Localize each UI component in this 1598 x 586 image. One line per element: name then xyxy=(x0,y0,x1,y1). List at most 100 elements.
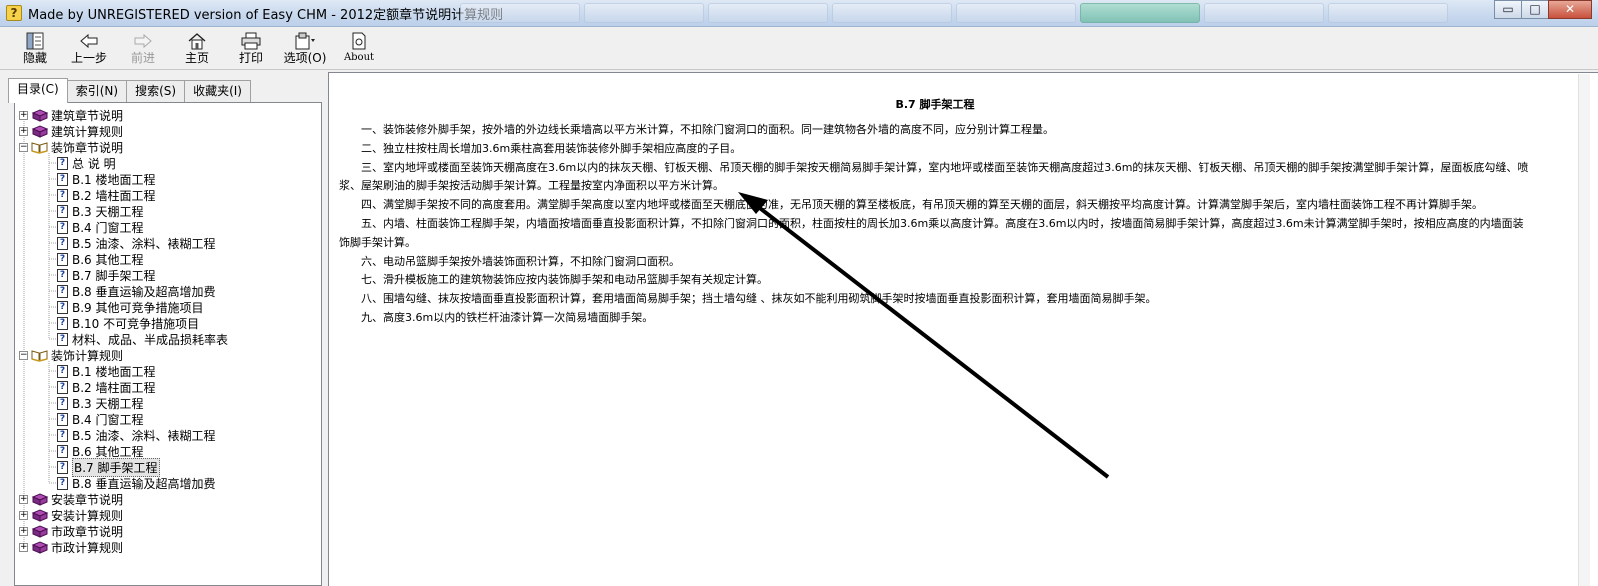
tree-topic[interactable]: ? B.6 其他工程 xyxy=(19,251,228,267)
window-title: Made by UNREGISTERED version of Easy CHM… xyxy=(28,7,504,23)
tree-item-label: B.9 其他可竞争措施项目 xyxy=(72,300,204,315)
tree-topic[interactable]: ? B.7 脚手架工程 xyxy=(19,457,228,477)
contents-tree[interactable]: + 建筑章节说明 + 建筑计算规则 − 装饰章节说明? 总 说 明? B.1 楼地面工程? B.… xyxy=(14,102,322,586)
about-button[interactable]: About xyxy=(332,28,386,68)
tree-item-label: 安装章节说明 xyxy=(51,492,124,507)
expand-icon[interactable]: + xyxy=(19,126,28,136)
tree-topic[interactable]: ? B.2 墙柱面工程 xyxy=(19,187,228,203)
tree-folder[interactable]: − 装饰计算规则 xyxy=(19,347,228,363)
home-button[interactable]: 主页 xyxy=(170,28,224,68)
maximize-button[interactable]: □ xyxy=(1521,0,1549,19)
print-button[interactable]: 打印 xyxy=(224,28,278,68)
tree-topic[interactable]: ? B.9 其他可竞争措施项目 xyxy=(19,299,228,315)
tree-topic[interactable]: ? B.4 门窗工程 xyxy=(19,411,228,427)
nav-tabs: 目录(C) 索引(N) 搜索(S) 收藏夹(I) xyxy=(8,78,251,103)
help-page-icon: ? xyxy=(57,412,68,426)
tree-topic[interactable]: ? B.1 楼地面工程 xyxy=(19,363,228,379)
help-page-icon: ? xyxy=(57,252,68,266)
expand-icon[interactable]: + xyxy=(19,510,28,520)
help-page-icon: ? xyxy=(57,444,68,458)
tree-item-label: 市政计算规则 xyxy=(51,540,124,555)
options-button[interactable]: 选项(O) xyxy=(278,28,332,68)
expand-icon[interactable]: + xyxy=(19,526,28,536)
content-scrollbar[interactable] xyxy=(1578,74,1590,586)
tree-folder[interactable]: + 市政计算规则 xyxy=(19,539,228,555)
expand-icon[interactable]: + xyxy=(19,542,28,552)
collapse-icon[interactable]: − xyxy=(19,142,28,152)
expand-icon[interactable]: + xyxy=(19,110,28,120)
topic-content-pane: B.7 脚手架工程 一、装饰装修外脚手架，按外墙的外边线长乘墙高以平方米计算，不… xyxy=(328,72,1598,586)
help-page-icon: ? xyxy=(57,220,68,234)
help-page-icon: ? xyxy=(57,268,68,282)
hide-button-label: 隐藏 xyxy=(22,51,47,65)
tree-topic[interactable]: ? B.2 墙柱面工程 xyxy=(19,379,228,395)
tab-contents[interactable]: 目录(C) xyxy=(8,78,68,103)
tree-topic[interactable]: ? B.8 垂直运输及超高增加费 xyxy=(19,283,228,299)
help-page-icon: ? xyxy=(57,316,68,330)
tree-item-label: B.8 垂直运输及超高增加费 xyxy=(72,476,216,491)
tree-item-label: 材料、成品、半成品损耗率表 xyxy=(72,332,229,347)
navigation-pane: 目录(C) 索引(N) 搜索(S) 收藏夹(I) + 建筑章节说明 + 建筑计算规则 −… xyxy=(8,72,328,586)
tree-topic[interactable]: ? B.7 脚手架工程 xyxy=(19,267,228,283)
topic-paragraph-1: 一、装饰装修外脚手架，按外墙的外边线长乘墙高以平方米计算，不扣除门窗洞口的面积。… xyxy=(361,123,1054,136)
tree-folder[interactable]: + 建筑章节说明 xyxy=(19,107,228,123)
tree-folder[interactable]: + 建筑计算规则 xyxy=(19,123,228,139)
tree-topic[interactable]: ? B.3 天棚工程 xyxy=(19,203,228,219)
tree-topic[interactable]: ? B.3 天棚工程 xyxy=(19,395,228,411)
help-app-icon: ? xyxy=(6,5,22,21)
book-icon xyxy=(31,108,48,122)
tab-search[interactable]: 搜索(S) xyxy=(126,80,186,102)
tab-index[interactable]: 索引(N) xyxy=(66,80,128,102)
tree-item-label: B.4 门窗工程 xyxy=(72,220,144,235)
toolbar: 隐藏 上一步 前进 主页 打印 选项(O) About xyxy=(0,28,1598,70)
tree-folder[interactable]: + 安装章节说明 xyxy=(19,491,228,507)
tree-topic[interactable]: ? B.4 门窗工程 xyxy=(19,219,228,235)
tree-folder[interactable]: + 市政章节说明 xyxy=(19,523,228,539)
help-page-icon: ? xyxy=(57,380,68,394)
tree-item-label: B.1 楼地面工程 xyxy=(72,172,156,187)
tab-favorites[interactable]: 收藏夹(I) xyxy=(184,80,251,102)
hide-button[interactable]: 隐藏 xyxy=(8,28,62,68)
home-button-label: 主页 xyxy=(184,51,209,65)
topic-paragraph-6: 六、电动吊篮脚手架按外墙装饰面积计算，不扣除门窗洞口面积。 xyxy=(361,254,680,268)
about-button-label: About xyxy=(343,52,375,63)
collapse-icon[interactable]: − xyxy=(19,350,28,360)
forward-arrow-icon xyxy=(132,32,154,50)
back-button[interactable]: 上一步 xyxy=(62,28,116,68)
help-page-icon: ? xyxy=(57,188,68,202)
help-page-icon: ? xyxy=(57,172,68,186)
minimize-button[interactable]: ▭ xyxy=(1494,0,1522,19)
close-button[interactable]: ✕ xyxy=(1548,0,1592,19)
tree-item-label: B.4 门窗工程 xyxy=(72,412,144,427)
help-page-icon: ? xyxy=(57,236,68,250)
tree-item-label: B.7 脚手架工程 xyxy=(72,268,156,283)
book-icon xyxy=(31,124,48,138)
tree-item-label: B.1 楼地面工程 xyxy=(72,364,156,379)
topic-paragraph-4: 四、满堂脚手架按不同的高度套用。满堂脚手架高度以室内地坪或楼面至天棚底面为准，无… xyxy=(361,198,1483,212)
tree-item-label: B.3 天棚工程 xyxy=(72,396,144,411)
tree-topic[interactable]: ? B.1 楼地面工程 xyxy=(19,171,228,187)
tree-item-label: B.8 垂直运输及超高增加费 xyxy=(72,284,216,299)
topic-paragraph-3: 三、室内地坪或楼面至装饰天棚高度在3.6m以内的抹灰天棚、钉板天棚、吊顶天棚的脚… xyxy=(339,160,1529,193)
back-arrow-icon xyxy=(78,32,100,50)
tree-topic[interactable]: ? 材料、成品、半成品损耗率表 xyxy=(19,331,228,347)
tree-folder[interactable]: + 安装计算规则 xyxy=(19,507,228,523)
tree-topic[interactable]: ? 总 说 明 xyxy=(19,155,228,171)
printer-icon xyxy=(240,32,262,50)
book-icon xyxy=(31,540,48,554)
forward-button[interactable]: 前进 xyxy=(116,28,170,68)
tree-item-label: 总 说 明 xyxy=(72,156,116,171)
tree-item-label: B.2 墙柱面工程 xyxy=(72,380,156,395)
expand-icon[interactable]: + xyxy=(19,494,28,504)
tree-item-label: B.5 油漆、涂料、裱糊工程 xyxy=(72,236,216,251)
open-book-icon xyxy=(31,141,48,154)
tree-item-label: 安装计算规则 xyxy=(51,508,124,523)
topic-paragraph-2: 二、独立柱按柱周长增加3.6m乘柱高套用装饰装修外脚手架相应高度的子目。 xyxy=(361,141,742,155)
tree-item-label: B.6 其他工程 xyxy=(72,252,144,267)
tree-folder[interactable]: − 装饰章节说明 xyxy=(19,139,228,155)
help-page-icon: ? xyxy=(57,204,68,218)
tree-topic[interactable]: ? B.5 油漆、涂料、裱糊工程 xyxy=(19,235,228,251)
tree-topic[interactable]: ? B.8 垂直运输及超高增加费 xyxy=(19,475,228,491)
tree-topic[interactable]: ? B.5 油漆、涂料、裱糊工程 xyxy=(19,427,228,443)
tree-topic[interactable]: ? B.10 不可竞争措施项目 xyxy=(19,315,228,331)
